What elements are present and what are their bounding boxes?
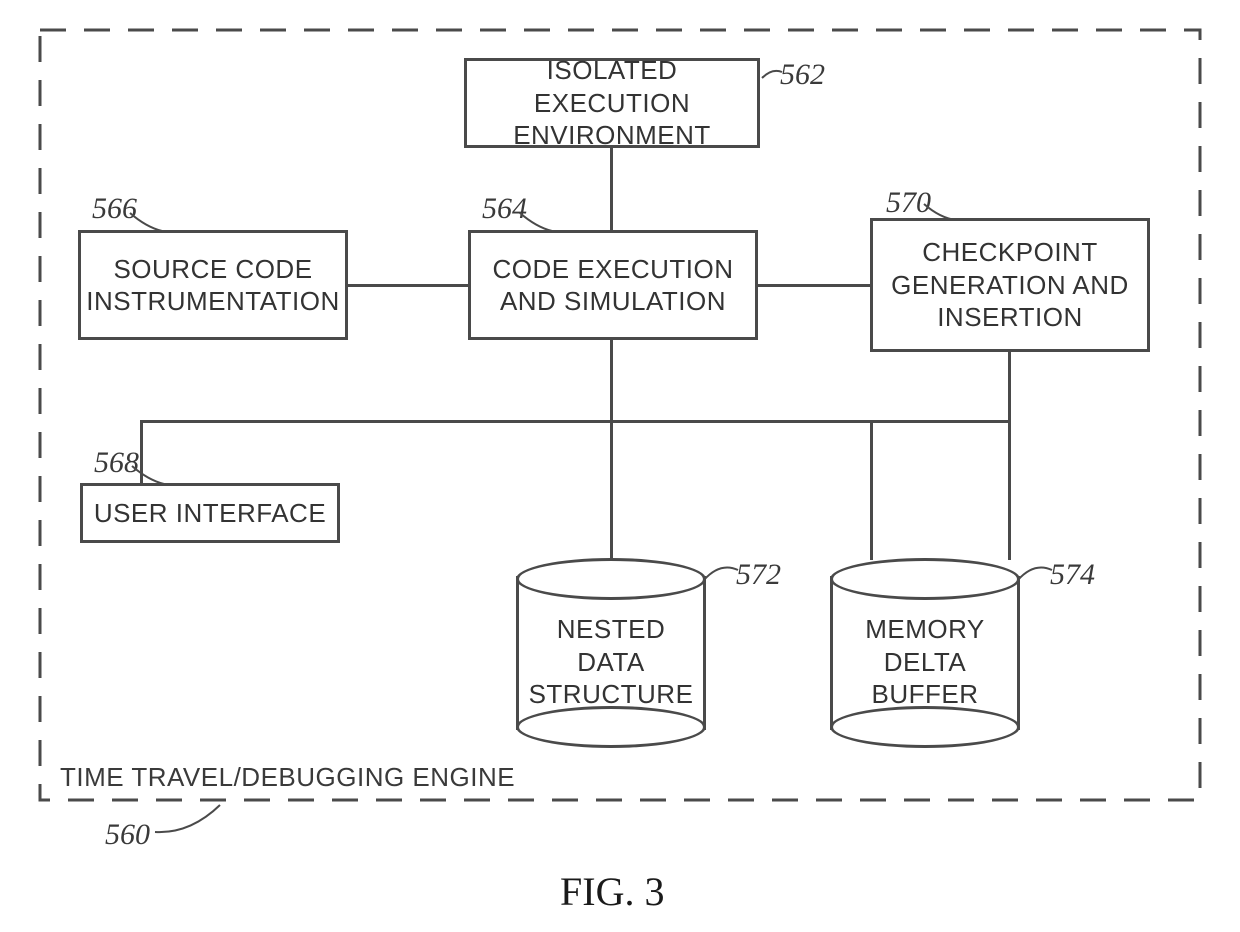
leader-562 — [760, 60, 790, 90]
connector-isolated-to-codeexec — [610, 148, 613, 230]
box-code-exec: CODE EXECUTION AND SIMULATION — [468, 230, 758, 340]
ref-container: 560 — [105, 818, 150, 852]
connector-bus-right — [870, 420, 1010, 423]
box-user-iface: USER INTERFACE — [80, 483, 340, 543]
leader-566 — [128, 205, 168, 235]
leader-560 — [150, 800, 240, 840]
connector-codeexec-down — [610, 340, 613, 420]
cyl-mem-delta-label: MEMORY DELTA BUFFER — [830, 613, 1020, 711]
leader-574 — [1014, 560, 1056, 588]
leader-564 — [518, 205, 558, 235]
cyl-nested-label: NESTED DATA STRUCTURE — [516, 613, 706, 711]
box-isolated-env-label: ISOLATED EXECUTION ENVIRONMENT — [467, 54, 757, 152]
diagram-canvas: TIME TRAVEL/DEBUGGING ENGINE 560 ISOLATE… — [0, 0, 1240, 932]
connector-bus-to-nested — [610, 420, 613, 560]
leader-570 — [922, 198, 962, 224]
figure-label: FIG. 3 — [560, 868, 664, 915]
connector-bus-to-memdelta — [870, 420, 873, 560]
ref-nested: 572 — [736, 558, 781, 592]
connector-source-to-codeexec — [348, 284, 468, 287]
box-checkpoint-label: CHECKPOINT GENERATION AND INSERTION — [891, 236, 1129, 334]
leader-572 — [700, 560, 742, 588]
box-checkpoint: CHECKPOINT GENERATION AND INSERTION — [870, 218, 1150, 352]
cyl-mem-delta: MEMORY DELTA BUFFER — [830, 558, 1020, 748]
box-source-instr-label: SOURCE CODE INSTRUMENTATION — [86, 253, 340, 318]
cyl-nested: NESTED DATA STRUCTURE — [516, 558, 706, 748]
container-label: TIME TRAVEL/DEBUGGING ENGINE — [60, 762, 515, 793]
box-code-exec-label: CODE EXECUTION AND SIMULATION — [492, 253, 733, 318]
ref-mem-delta: 574 — [1050, 558, 1095, 592]
leader-568 — [130, 458, 170, 488]
box-source-instr: SOURCE CODE INSTRUMENTATION — [78, 230, 348, 340]
connector-codeexec-to-checkpoint — [758, 284, 870, 287]
box-isolated-env: ISOLATED EXECUTION ENVIRONMENT — [464, 58, 760, 148]
box-user-iface-label: USER INTERFACE — [94, 497, 326, 530]
connector-checkpoint-to-memdelta — [1008, 352, 1011, 560]
